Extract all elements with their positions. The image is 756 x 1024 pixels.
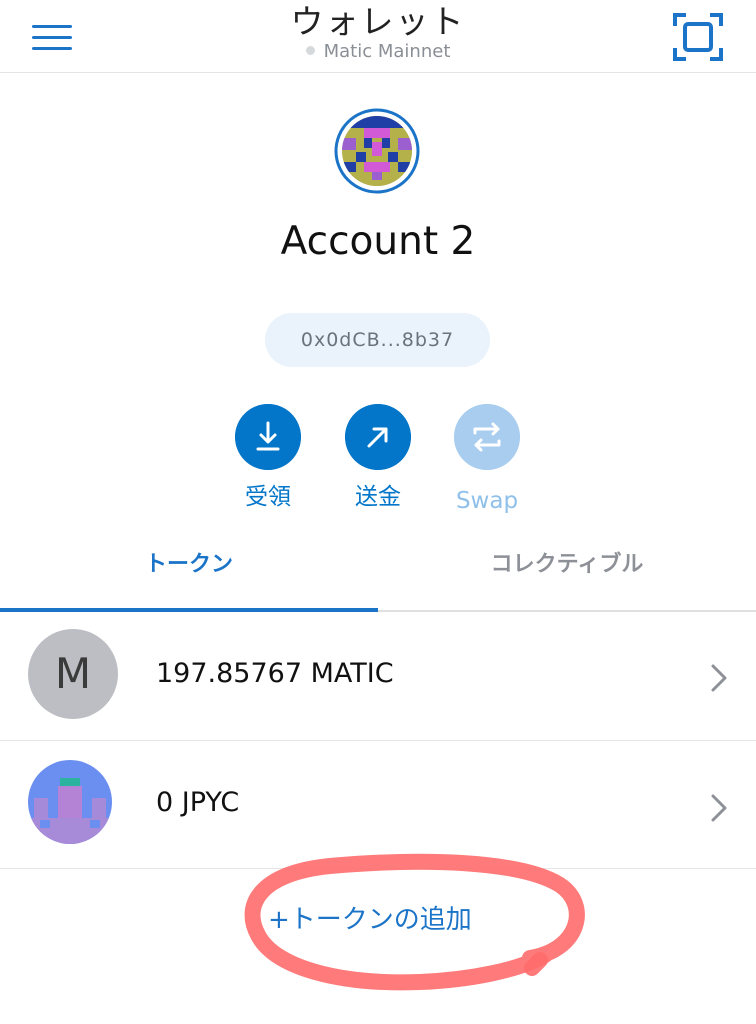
add-token-link[interactable]: +トークンの追加	[268, 898, 472, 942]
page-title: ウォレット	[290, 2, 466, 41]
token-row-jpyc[interactable]: 0 JPYC	[0, 740, 756, 869]
network-name: Matic Mainnet	[323, 41, 451, 62]
qr-scan-icon	[673, 13, 723, 61]
chevron-right-icon	[711, 664, 727, 692]
scan-qr-button[interactable]	[670, 10, 726, 64]
asset-tabs: トークン コレクティブル	[0, 536, 756, 612]
send-arrow-icon	[345, 404, 411, 470]
matic-token-icon: M	[28, 629, 118, 719]
hamburger-menu-icon	[32, 25, 72, 50]
tab-collectibles[interactable]: コレクティブル	[378, 536, 756, 608]
send-label: 送金	[355, 484, 401, 510]
receive-download-icon	[235, 404, 301, 470]
account-address-pill[interactable]: 0x0dCB...8b37	[265, 313, 490, 367]
account-name[interactable]: Account 2	[178, 214, 578, 270]
jpyc-identicon	[28, 760, 112, 844]
receive-label: 受領	[245, 484, 291, 510]
network-indicator[interactable]: Matic Mainnet	[178, 42, 578, 62]
send-button[interactable]: 送金	[323, 404, 433, 512]
tab-collectibles-label: コレクティブル	[490, 552, 644, 577]
token-balance: 0 JPYC	[156, 787, 240, 818]
menu-button[interactable]	[22, 14, 82, 62]
token-balance: 197.85767 MATIC	[156, 658, 394, 689]
receive-button[interactable]: 受領	[213, 404, 323, 512]
chevron-right-icon	[711, 794, 727, 822]
swap-button[interactable]: Swap	[432, 404, 542, 516]
token-row-matic[interactable]: M 197.85767 MATIC	[0, 612, 756, 741]
header-title-group: ウォレット Matic Mainnet	[178, 2, 578, 62]
swap-label: Swap	[455, 488, 519, 514]
account-avatar[interactable]	[334, 108, 420, 194]
app-header: ウォレット Matic Mainnet	[0, 0, 756, 73]
tab-tokens-label: トークン	[144, 552, 233, 577]
swap-arrows-icon	[454, 404, 520, 470]
identicon-avatar	[334, 108, 420, 194]
tab-tokens[interactable]: トークン	[0, 536, 378, 608]
jpyc-token-icon	[28, 760, 112, 844]
network-status-dot	[305, 45, 315, 55]
